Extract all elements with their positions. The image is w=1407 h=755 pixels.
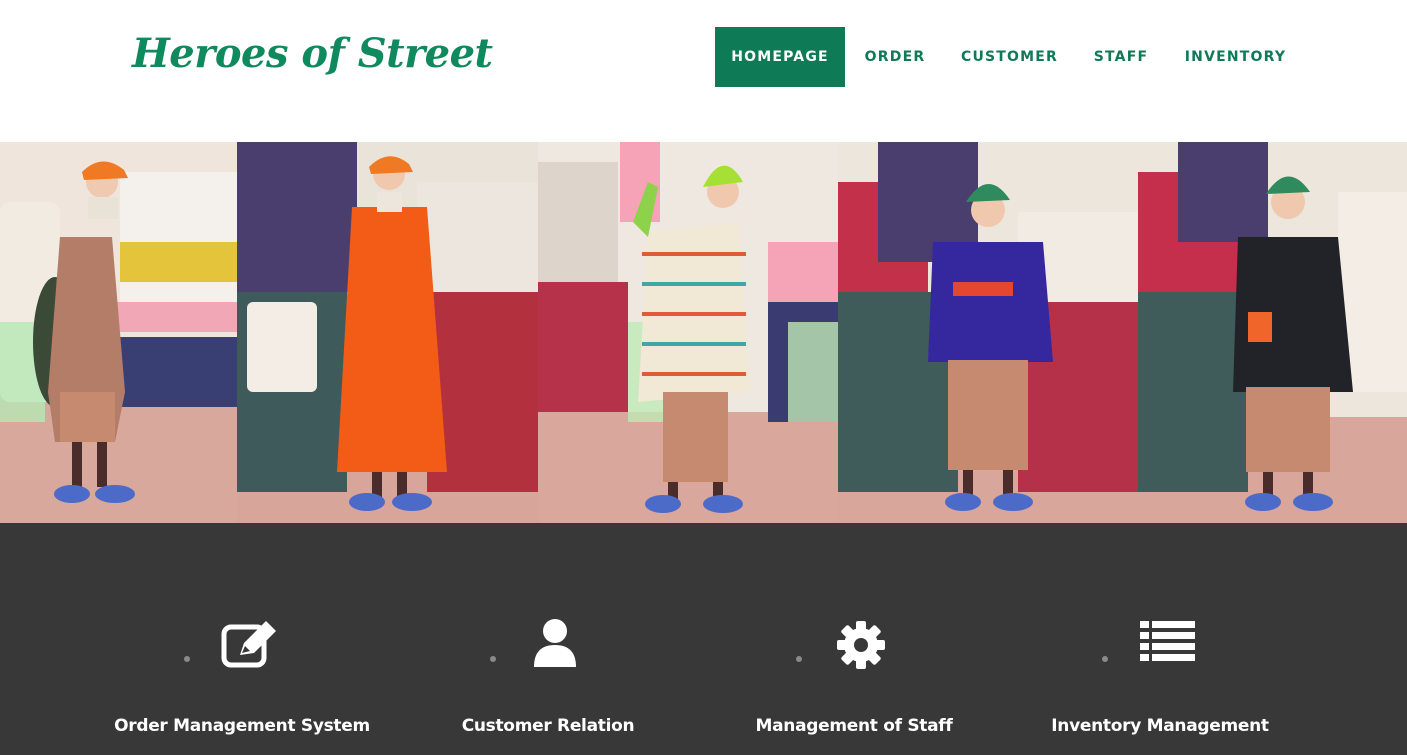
nav-staff[interactable]: STAFF [1074, 27, 1168, 87]
outfit-photo-3 [538, 142, 838, 523]
nav-order[interactable]: ORDER [845, 27, 945, 87]
outfit-photo-4 [838, 142, 1138, 523]
feature-customer-relation[interactable]: Customer Relation [395, 523, 701, 755]
feature-order-management[interactable]: Order Management System [89, 523, 395, 755]
gear-icon [832, 619, 892, 671]
list-icon [1138, 619, 1198, 671]
feature-label: Customer Relation [461, 716, 635, 736]
bullet-dot [1102, 656, 1108, 662]
edit-icon [220, 619, 280, 671]
feature-inventory-management[interactable]: Inventory Management [1007, 523, 1313, 755]
hero-banner [0, 142, 1407, 523]
feature-label: Order Management System [114, 716, 370, 736]
outfit-photo-5 [1138, 142, 1407, 523]
site-header: Heroes of Street HOMEPAGE ORDER CUSTOMER… [0, 0, 1407, 142]
site-logo[interactable]: Heroes of Street [132, 30, 493, 77]
user-icon [526, 619, 586, 671]
bullet-dot [796, 656, 802, 662]
outfit-photo-2 [237, 142, 538, 523]
bullet-dot [490, 656, 496, 662]
outfit-photo-1 [0, 142, 237, 523]
main-nav: HOMEPAGE ORDER CUSTOMER STAFF INVENTORY [715, 27, 1303, 87]
nav-inventory[interactable]: INVENTORY [1168, 27, 1303, 87]
nav-homepage[interactable]: HOMEPAGE [715, 27, 845, 87]
feature-label: Management of Staff [755, 716, 953, 736]
features-section: Order Management System Customer Relatio… [0, 523, 1407, 755]
nav-customer[interactable]: CUSTOMER [945, 27, 1074, 87]
feature-label: Inventory Management [1051, 716, 1269, 736]
feature-staff-management[interactable]: Management of Staff [701, 523, 1007, 755]
bullet-dot [184, 656, 190, 662]
